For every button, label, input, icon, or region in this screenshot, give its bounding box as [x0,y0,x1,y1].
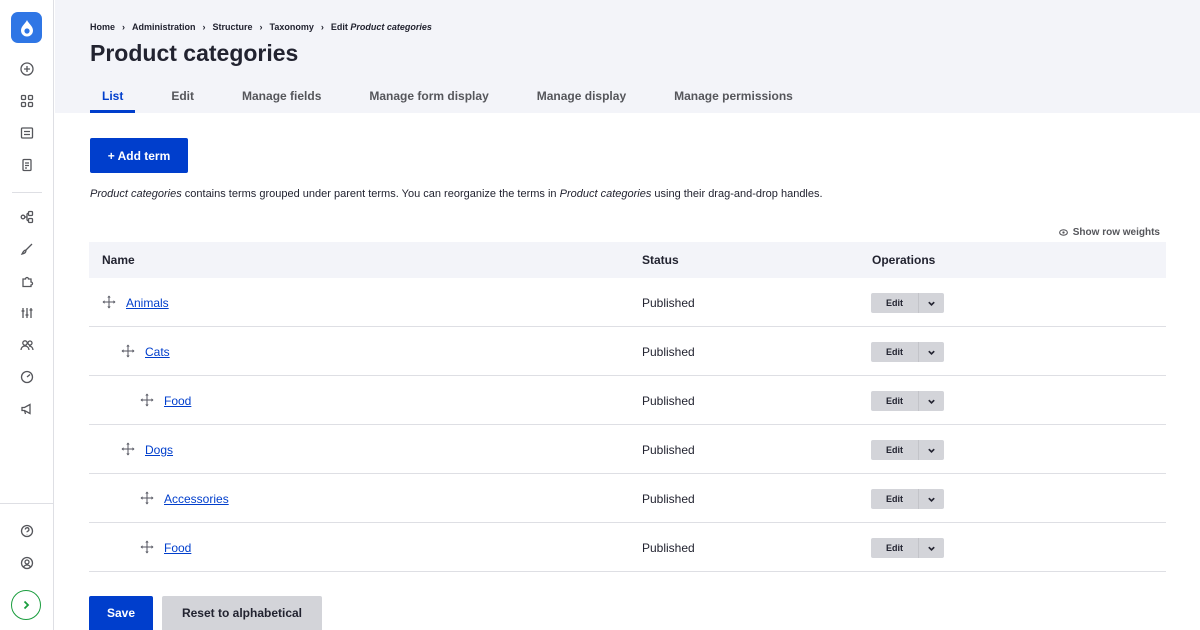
chevron-down-icon [928,301,935,306]
admin-sidebar [0,0,54,630]
page-header: Home › Administration › Structure › Taxonomy › E… [55,0,1200,113]
edit-term-button[interactable]: Edit [871,342,918,362]
drag-handle-icon[interactable] [140,491,154,505]
page-title: Product categories [90,40,299,66]
term-link[interactable]: Cats [145,345,170,359]
breadcrumb-structure[interactable]: Structure [213,22,253,32]
tabs: List Edit Manage fields Manage form disp… [90,85,829,113]
structure-icon[interactable] [17,207,37,227]
table-row: Animals Published Edit [89,278,1166,327]
table-row: Cats Published Edit [89,327,1166,376]
breadcrumb-current: Edit Product categories [330,22,432,32]
column-header-name: Name [102,253,135,267]
operations-toggle-button[interactable] [918,342,944,362]
config-icon[interactable] [17,303,37,323]
extend-icon[interactable] [17,271,37,291]
user-icon[interactable] [17,553,37,573]
tab-manage-permissions[interactable]: Manage permissions [662,85,805,113]
add-term-button[interactable]: + Add term [90,138,188,173]
help-icon[interactable] [17,521,37,541]
term-link[interactable]: Food [164,541,191,555]
drag-handle-icon[interactable] [102,295,116,309]
drag-handle-icon[interactable] [121,344,135,358]
operations-dropbutton: Edit [871,538,944,558]
edit-term-button[interactable]: Edit [871,440,918,460]
operations-dropbutton: Edit [871,440,944,460]
term-link[interactable]: Dogs [145,443,173,457]
breadcrumb-taxonomy[interactable]: Taxonomy [270,22,314,32]
drag-handle-icon[interactable] [140,393,154,407]
tab-manage-form-display[interactable]: Manage form display [357,85,500,113]
breadcrumb: Home › Administration › Structure › Taxonomy › E… [90,22,432,32]
terms-table: Name Status Operations Animals Published E… [89,242,1166,572]
announce-icon[interactable] [17,399,37,419]
table-header: Name Status Operations [89,242,1166,278]
drag-handle-icon[interactable] [121,442,135,456]
appearance-icon[interactable] [17,239,37,259]
operations-toggle-button[interactable] [918,293,944,313]
edit-term-button[interactable]: Edit [871,538,918,558]
table-row: Accessories Published Edit [89,474,1166,523]
add-icon[interactable] [17,59,37,79]
save-button[interactable]: Save [89,596,153,630]
table-row: Food Published Edit [89,523,1166,572]
tab-list[interactable]: List [90,85,136,113]
content-icon[interactable] [17,123,37,143]
chevron-down-icon [928,399,935,404]
tab-manage-fields[interactable]: Manage fields [230,85,333,113]
tab-edit[interactable]: Edit [159,85,206,113]
grid-icon[interactable] [17,91,37,111]
table-row: Food Published Edit [89,376,1166,425]
show-row-weights-button[interactable]: Show row weights [1058,227,1160,238]
operations-dropbutton: Edit [871,489,944,509]
column-header-status: Status [642,253,679,267]
sidebar-divider [0,503,54,504]
chevron-down-icon [928,448,935,453]
people-icon[interactable] [17,335,37,355]
operations-dropbutton: Edit [871,293,944,313]
table-body: Animals Published Edit Cats Published Edit Foo… [89,278,1166,572]
term-link[interactable]: Accessories [164,492,229,506]
term-status: Published [642,492,695,506]
drupal-logo-icon[interactable] [11,12,42,43]
term-link[interactable]: Food [164,394,191,408]
term-status: Published [642,394,695,408]
operations-toggle-button[interactable] [918,538,944,558]
edit-term-button[interactable]: Edit [871,293,918,313]
eye-icon [1058,229,1068,236]
chevron-down-icon [928,546,935,551]
chevron-right-icon [23,600,30,610]
term-status: Published [642,345,695,359]
breadcrumb-home[interactable]: Home [90,22,115,32]
chevron-down-icon [928,350,935,355]
files-icon[interactable] [17,155,37,175]
vocabulary-description: Product categories contains terms groupe… [90,188,823,200]
term-link[interactable]: Animals [126,296,169,310]
table-row: Dogs Published Edit [89,425,1166,474]
term-status: Published [642,296,695,310]
column-header-operations: Operations [872,253,936,267]
operations-toggle-button[interactable] [918,440,944,460]
term-status: Published [642,443,695,457]
reset-alphabetical-button[interactable]: Reset to alphabetical [162,596,322,630]
term-status: Published [642,541,695,555]
operations-dropbutton: Edit [871,391,944,411]
operations-dropbutton: Edit [871,342,944,362]
sidebar-expand-button[interactable] [11,590,41,620]
sidebar-divider [12,192,42,193]
reports-icon[interactable] [17,367,37,387]
tab-manage-display[interactable]: Manage display [525,85,638,113]
edit-term-button[interactable]: Edit [871,391,918,411]
edit-term-button[interactable]: Edit [871,489,918,509]
operations-toggle-button[interactable] [918,391,944,411]
operations-toggle-button[interactable] [918,489,944,509]
drag-handle-icon[interactable] [140,540,154,554]
breadcrumb-administration[interactable]: Administration [132,22,196,32]
chevron-down-icon [928,497,935,502]
